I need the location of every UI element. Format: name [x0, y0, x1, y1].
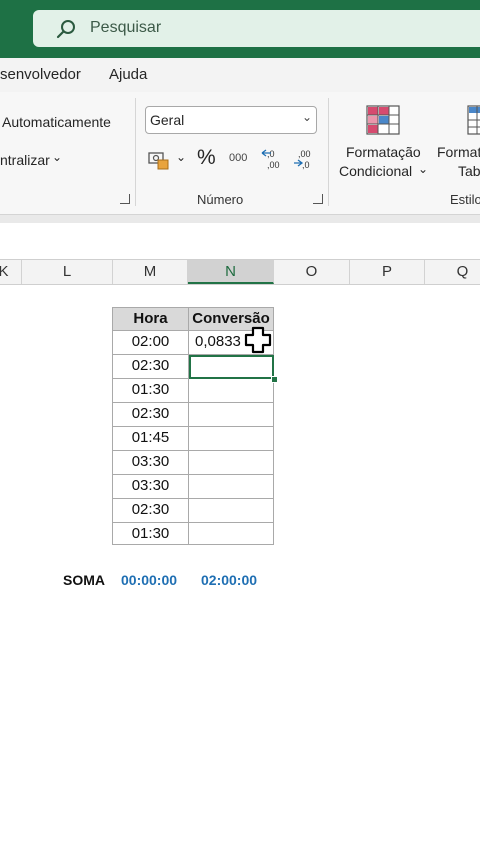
hora-cell[interactable]: 02:30 [112, 403, 189, 427]
svg-text:,00: ,00 [298, 149, 311, 159]
title-bar: Pesquisar [0, 0, 480, 58]
merge-center-button[interactable]: ntralizar [0, 152, 50, 168]
conversao-cell[interactable] [189, 523, 274, 545]
increase-decimal-icon[interactable]: ,0 ,00 [261, 148, 285, 170]
hora-cell[interactable]: 01:30 [112, 379, 189, 403]
soma-value-conversao[interactable]: 02:00:00 [201, 572, 257, 588]
svg-text:,00: ,00 [267, 160, 280, 170]
chevron-down-icon: ⌄ [301, 110, 312, 124]
column-header-row: K L M N O P Q [0, 259, 480, 285]
column-header-m[interactable]: M [113, 260, 188, 284]
hora-cell[interactable]: 02:30 [112, 499, 189, 523]
svg-text:,0: ,0 [302, 160, 310, 170]
currency-dropdown-chevron-icon[interactable]: ⌄ [176, 150, 186, 164]
group-separator [135, 98, 136, 206]
conversao-cell[interactable] [189, 379, 274, 403]
ribbon: Automaticamente ntralizar ⌄ Geral ⌄ ⌄ % … [0, 92, 480, 215]
format-as-table-label-1[interactable]: Formatar [437, 144, 480, 160]
conditional-formatting-label-2[interactable]: Condicional [339, 163, 412, 179]
wrap-text-button[interactable]: Automaticamente [2, 114, 111, 130]
number-group-label: Número [197, 192, 244, 207]
fill-handle[interactable] [271, 376, 278, 383]
column-header-p[interactable]: P [350, 260, 425, 284]
conditional-formatting-icon[interactable] [365, 104, 401, 136]
number-format-select[interactable]: Geral ⌄ [145, 106, 317, 134]
hora-cell[interactable]: 01:30 [112, 523, 189, 545]
conversao-cell[interactable] [189, 427, 274, 451]
search-box[interactable]: Pesquisar [33, 10, 480, 47]
merge-dropdown-chevron-icon[interactable]: ⌄ [52, 150, 62, 164]
hora-cell[interactable]: 02:30 [112, 355, 189, 379]
tab-ajuda[interactable]: Ajuda [109, 66, 147, 83]
decrease-decimal-icon[interactable]: ,00 ,0 [292, 148, 316, 170]
hora-cell[interactable]: 03:30 [112, 475, 189, 499]
conversao-cell[interactable] [189, 475, 274, 499]
header-hora[interactable]: Hora [112, 307, 189, 331]
column-header-n[interactable]: N [188, 260, 274, 284]
styles-group-label: Estilos [450, 192, 480, 207]
column-header-q[interactable]: Q [425, 260, 480, 284]
search-placeholder: Pesquisar [90, 19, 162, 36]
conditional-formatting-label-1[interactable]: Formatação [346, 144, 421, 160]
currency-format-icon[interactable] [148, 150, 170, 170]
column-header-l[interactable]: L [22, 260, 113, 284]
conditional-chevron-down-icon[interactable]: ⌄ [418, 162, 428, 176]
hora-cell[interactable]: 02:00 [112, 331, 189, 355]
number-dialog-launcher-icon[interactable] [313, 194, 323, 204]
conversao-cell[interactable] [189, 403, 274, 427]
svg-text:,0: ,0 [267, 149, 275, 159]
conversao-cell[interactable] [189, 499, 274, 523]
number-format-value: Geral [150, 112, 185, 128]
column-header-k[interactable]: K [0, 260, 22, 284]
formula-bar-area[interactable] [0, 223, 480, 259]
cell-select-cursor-icon [244, 326, 272, 354]
hora-cell[interactable]: 01:45 [112, 427, 189, 451]
ribbon-gap [0, 215, 480, 223]
column-header-o[interactable]: O [274, 260, 350, 284]
thousands-separator-button[interactable]: 000 [229, 152, 247, 164]
search-icon [56, 20, 75, 39]
soma-label: SOMA [63, 572, 105, 588]
tab-desenvolvedor[interactable]: senvolvedor [0, 66, 81, 83]
percent-style-button[interactable]: % [197, 146, 216, 170]
format-as-table-label-2[interactable]: Tabela [458, 163, 480, 179]
group-separator [328, 98, 329, 206]
soma-value-hora[interactable]: 00:00:00 [121, 572, 177, 588]
alignment-dialog-launcher-icon[interactable] [120, 194, 130, 204]
hora-cell[interactable]: 03:30 [112, 451, 189, 475]
format-as-table-icon[interactable] [466, 104, 480, 136]
conversao-cell-active[interactable] [189, 355, 274, 379]
ribbon-tabs: senvolvedor Ajuda [0, 58, 480, 92]
conversao-cell[interactable] [189, 451, 274, 475]
